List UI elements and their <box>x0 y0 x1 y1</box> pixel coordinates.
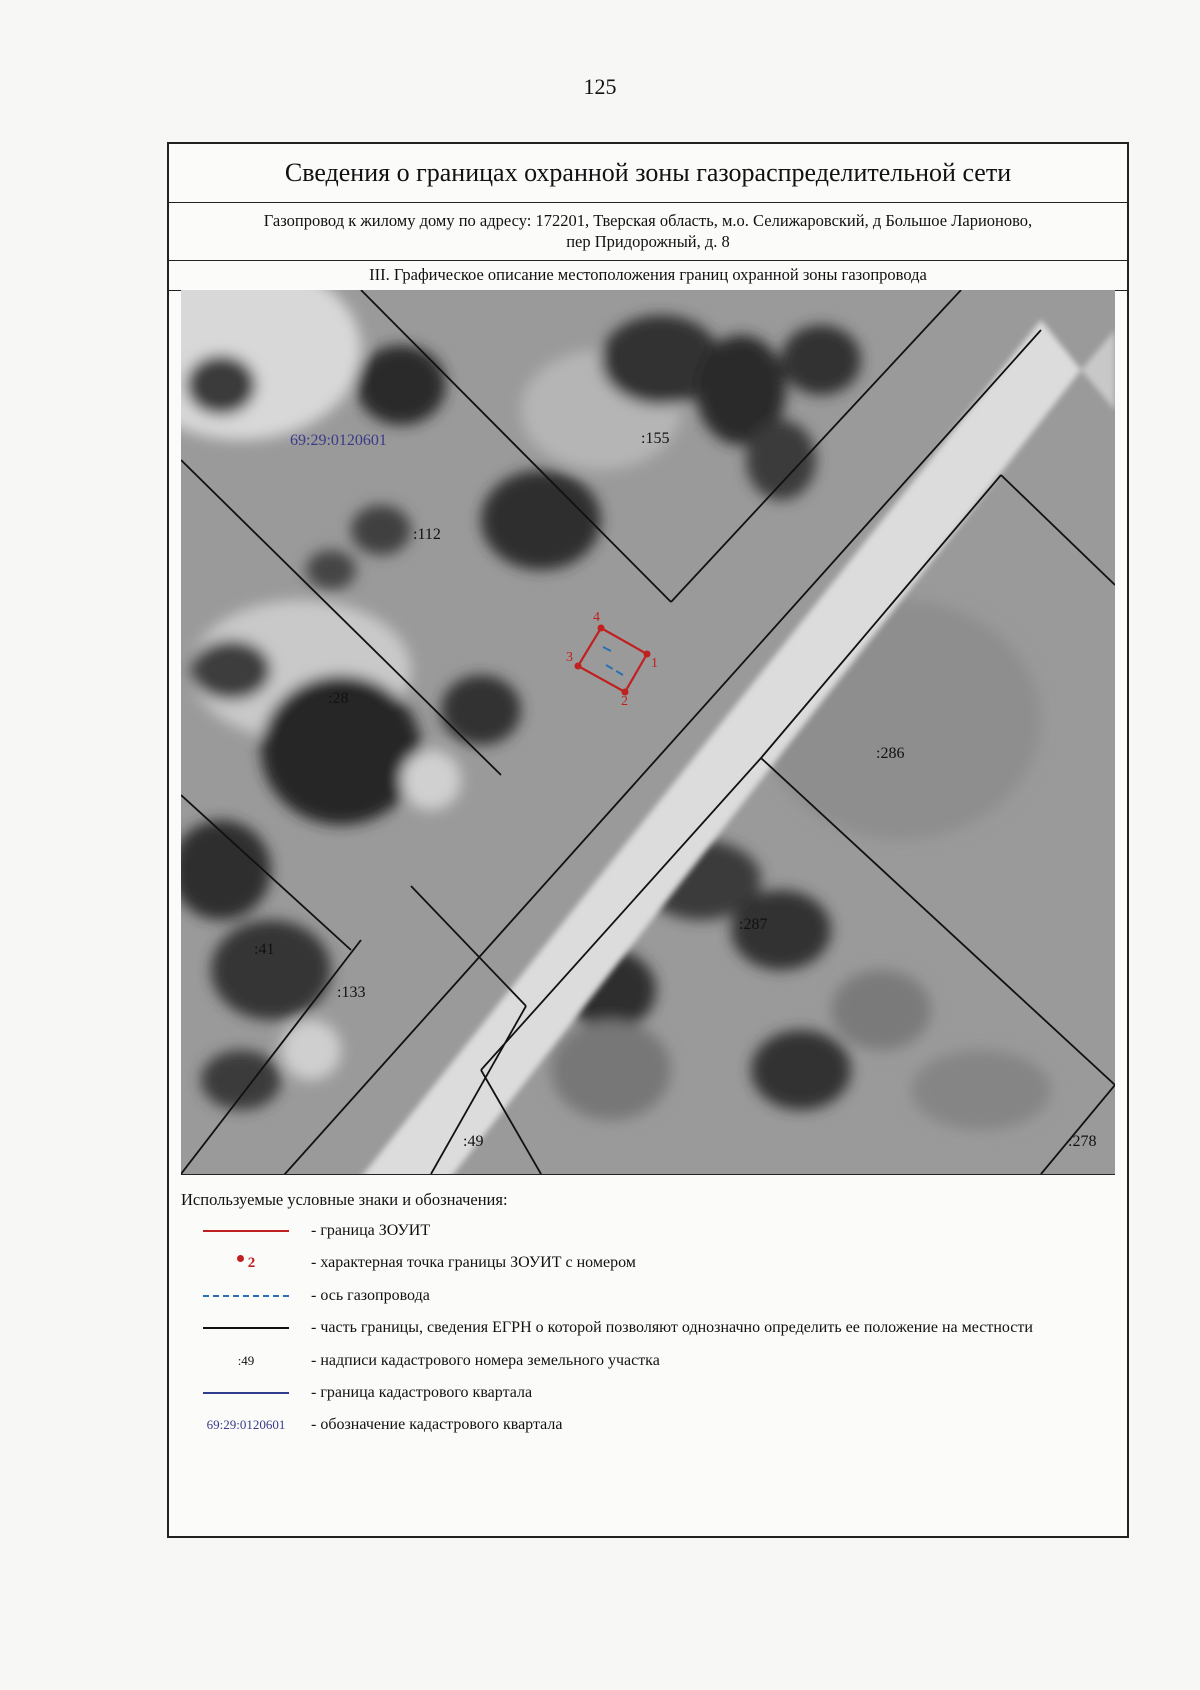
parcel-label-287: :287 <box>739 916 768 933</box>
legend-item-parcel-label: :49 - надписи кадастрового номера земель… <box>237 1351 660 1369</box>
legend-item-egrn-boundary: - часть границы, сведения ЕГРН о которой… <box>181 1317 1111 1339</box>
object-description: Газопровод к жилому дому по адресу: 1722… <box>169 202 1127 261</box>
page-number: 125 <box>583 74 617 99</box>
zouit-point-1[interactable] <box>643 650 651 658</box>
parcel-label-278: :278 <box>1068 1133 1097 1150</box>
parcel-label-155: :155 <box>641 430 670 447</box>
legend-item-zouit-boundary: - граница ЗОУИТ <box>181 1220 1111 1242</box>
parcel-label-28: :28 <box>328 690 349 707</box>
zouit-point-3[interactable] <box>574 662 582 670</box>
cadastral-map[interactable]: 69:29:0120601 :155 :112 :28 :286 :287 :4… <box>181 290 1115 1175</box>
document-title: Сведения о границах охранной зоны газора… <box>169 144 1127 203</box>
section-title: III. Графическое описание местоположения… <box>169 260 1127 291</box>
point-label-2: 2 <box>621 694 628 709</box>
parcel-label-112: :112 <box>413 526 441 543</box>
object-line-1: Газопровод к жилому дому по адресу: 1722… <box>263 210 1033 230</box>
map-svg <box>181 290 1115 1174</box>
blue-dash-icon <box>203 1294 289 1297</box>
legend: Используемые условные знаки и обозначени… <box>181 1190 1111 1437</box>
parcel-label-sample: :49 <box>237 1352 255 1368</box>
point-label-3: 3 <box>566 650 573 665</box>
parcel-label-286: :286 <box>876 745 905 762</box>
point-label: 2 <box>247 1254 256 1271</box>
red-line-icon <box>203 1230 289 1232</box>
navy-line-icon <box>203 1391 289 1394</box>
point-icon <box>236 1254 244 1262</box>
parcel-label-49: :49 <box>463 1133 484 1150</box>
parcel-label-41: :41 <box>254 941 275 958</box>
point-label-4: 4 <box>593 610 600 625</box>
legend-title: Используемые условные знаки и обозначени… <box>181 1190 508 1209</box>
document-frame: Сведения о границах охранной зоны газора… <box>167 142 1129 1538</box>
point-label-1: 1 <box>651 656 658 671</box>
parcel-label-133: :133 <box>337 984 366 1001</box>
quarter-label-sample: 69:29:0120601 <box>206 1417 286 1433</box>
legend-item-gas-axis: - ось газопровода <box>181 1285 1111 1307</box>
object-line-2: пер Придорожный, д. 8 <box>566 232 730 251</box>
legend-item-point: 2 - характерная точка границы ЗОУИТ с но… <box>181 1252 1111 1274</box>
legend-item-quarter-label: 69:29:0120601 - обозначение кадастрового… <box>206 1416 563 1434</box>
black-line-icon <box>203 1327 289 1330</box>
legend-item-quarter-boundary: - граница кадастрового квартала <box>181 1382 1111 1404</box>
quarter-label: 69:29:0120601 <box>290 432 387 449</box>
